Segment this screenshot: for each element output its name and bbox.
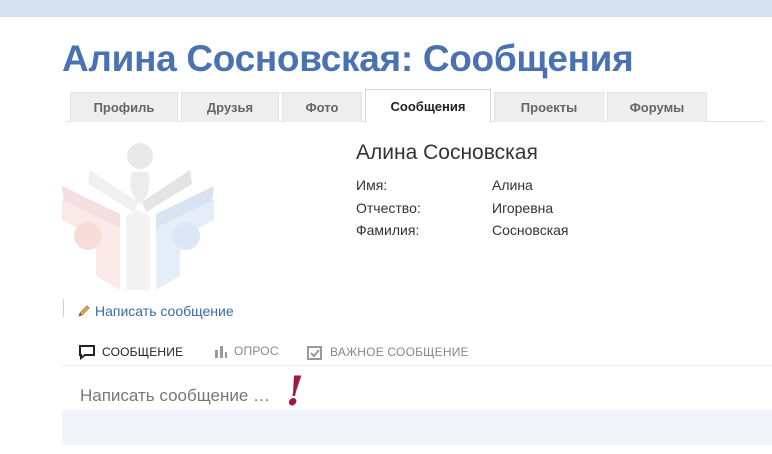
post-type-poll[interactable]: ОПРОС	[214, 344, 279, 358]
page-title: Алина Сосновская: Сообщения	[62, 38, 634, 79]
profile-tabs: Профиль Друзья Фото Сообщения Проекты Фо…	[65, 89, 765, 123]
tab-profile[interactable]: Профиль	[70, 92, 178, 122]
field-label-last-name: Фамилия:	[356, 222, 420, 238]
post-type-important[interactable]: ВАЖНОЕ СООБЩЕНИЕ	[306, 344, 469, 360]
field-label-first-name: Имя:	[356, 177, 388, 193]
write-message-label: Написать сообщение	[95, 303, 234, 319]
bar-chart-icon	[215, 346, 227, 358]
tab-forums[interactable]: Форумы	[607, 92, 707, 122]
pencil-icon	[78, 305, 90, 317]
composer-area[interactable]	[62, 410, 772, 445]
profile-name: Алина Сосновская	[356, 141, 538, 164]
field-value-first-name: Алина	[492, 177, 533, 193]
divider	[63, 299, 64, 317]
tab-messages[interactable]: Сообщения	[365, 89, 491, 123]
logo-placeholder-icon	[62, 143, 214, 290]
field-value-last-name: Сосновская	[492, 222, 569, 238]
post-type-important-label: ВАЖНОЕ СООБЩЕНИЕ	[330, 345, 469, 359]
post-type-poll-label: ОПРОС	[234, 344, 279, 358]
post-type-message[interactable]: СООБЩЕНИЕ	[78, 344, 183, 360]
exclamation-marker: !	[286, 368, 304, 415]
tab-projects[interactable]: Проекты	[494, 92, 604, 122]
post-type-message-label: СООБЩЕНИЕ	[102, 345, 184, 359]
top-bar	[0, 0, 772, 17]
speech-bubble-icon	[79, 345, 95, 360]
field-label-patronymic: Отчество:	[356, 200, 421, 216]
message-input-placeholder[interactable]: Написать сообщение …	[80, 386, 270, 406]
write-message-link[interactable]: Написать сообщение	[77, 303, 234, 319]
tab-photo[interactable]: Фото	[282, 92, 362, 122]
field-value-patronymic: Игоревна	[492, 200, 554, 216]
post-type-tabs: СООБЩЕНИЕ ОПРОС ВАЖНОЕ СООБЩЕНИЕ	[62, 338, 772, 366]
checkbox-icon	[307, 346, 322, 360]
tab-friends[interactable]: Друзья	[181, 92, 279, 122]
